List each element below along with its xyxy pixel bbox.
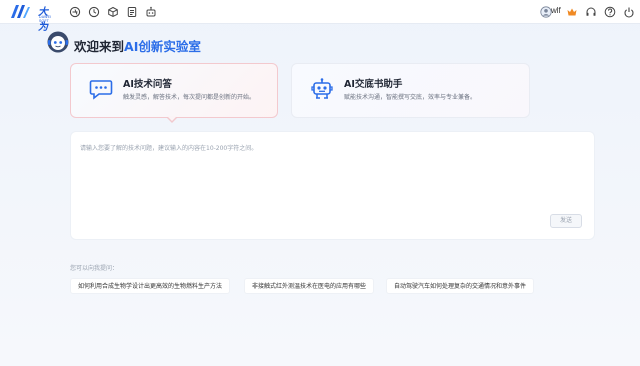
card-title: AI技术问答 [123, 79, 172, 90]
cube-icon[interactable] [107, 6, 119, 18]
document-icon[interactable] [126, 6, 138, 18]
headset-icon[interactable] [585, 6, 597, 18]
card-description: 触发灵感，解答技术，每次提问都是创新的开始。 [123, 94, 256, 101]
user-name[interactable]: wlf [551, 6, 561, 15]
robot-icon [310, 77, 334, 101]
robot-icon[interactable] [145, 6, 157, 18]
logo-subtext: DAWEI SOFT [39, 15, 52, 23]
help-icon[interactable] [604, 6, 616, 18]
question-input-placeholder: 请输入您要了解的技术问题，建议输入的内容在10-200字符之间。 [80, 145, 258, 152]
suggestions-label: 您可以向我提问： [70, 265, 119, 272]
question-input[interactable]: 请输入您要了解的技术问题，建议输入的内容在10-200字符之间。 发送 [70, 131, 595, 240]
send-button[interactable]: 发送 [550, 214, 582, 228]
logo-mark-icon [11, 5, 30, 18]
page-title-prefix: 欢迎来到 [74, 39, 125, 54]
page-title-accent: AI创新实验室 [124, 39, 201, 54]
suggestion-chip[interactable]: 非接触式红外测温技术在医电的应用有哪些 [244, 278, 375, 294]
suggestion-chip[interactable]: 如何利用合成生物学设计出更高效的生物燃料生产方法 [70, 278, 231, 294]
card-pointer-fill [167, 116, 177, 121]
crown-icon[interactable] [566, 6, 578, 18]
card-description: 赋能技术沟通，智能撰写交底，效率与专业兼备。 [344, 94, 477, 101]
assistant-avatar-icon [46, 30, 70, 54]
top-bar: 大为 DAWEI SOFT wlf [0, 0, 640, 33]
power-icon[interactable] [623, 6, 635, 18]
card-title: AI交底书助手 [344, 79, 403, 90]
translate-icon[interactable] [69, 6, 81, 18]
history-icon[interactable] [88, 6, 100, 18]
suggestion-chip[interactable]: 自动驾驶汽车如何处理复杂的交通情况和意外事件 [386, 278, 535, 294]
card-disclosure-assistant[interactable]: AI交底书助手 赋能技术沟通，智能撰写交底，效率与专业兼备。 [291, 63, 530, 118]
page-title: 欢迎来到AI创新实验室 [74, 36, 201, 55]
logo[interactable]: 大为 DAWEI SOFT [9, 3, 55, 33]
chat-bubble-icon [89, 77, 113, 101]
card-ai-qa[interactable]: AI技术问答 触发灵感，解答技术，每次提问都是创新的开始。 [70, 63, 278, 118]
